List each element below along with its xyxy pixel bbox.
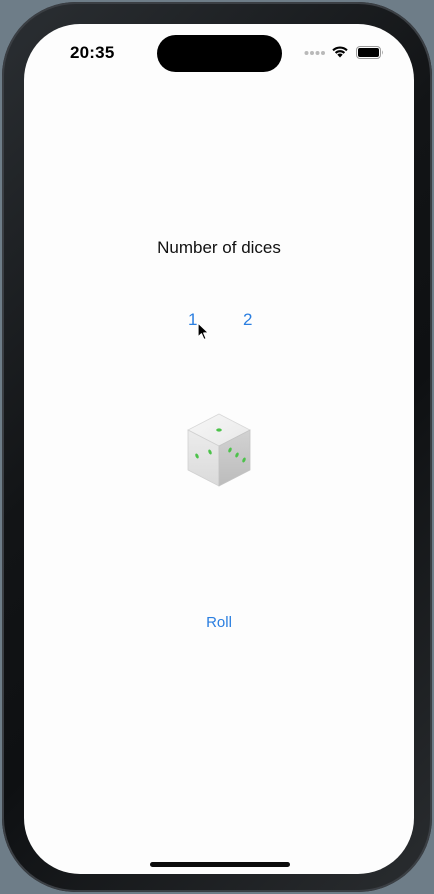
- battery-icon: [356, 46, 383, 59]
- roll-button[interactable]: Roll: [206, 614, 232, 631]
- device-frame: 20:35 Number of dices 1 2 Roll: [2, 2, 432, 892]
- status-time: 20:35: [70, 43, 115, 62]
- dice-count-option-2[interactable]: 2: [243, 310, 252, 330]
- app-screen: 20:35 Number of dices 1 2 Roll: [24, 24, 414, 874]
- roll-row: Roll: [24, 614, 414, 631]
- dynamic-island: [157, 35, 282, 72]
- mouse-pointer-icon: [197, 322, 210, 341]
- dice-icon: [187, 413, 251, 487]
- status-bar: 20:35: [24, 24, 414, 78]
- dice-count-title: Number of dices: [157, 238, 281, 257]
- cellular-signal-icon: [304, 51, 325, 55]
- wifi-icon: [332, 46, 348, 58]
- home-indicator[interactable]: [150, 862, 290, 867]
